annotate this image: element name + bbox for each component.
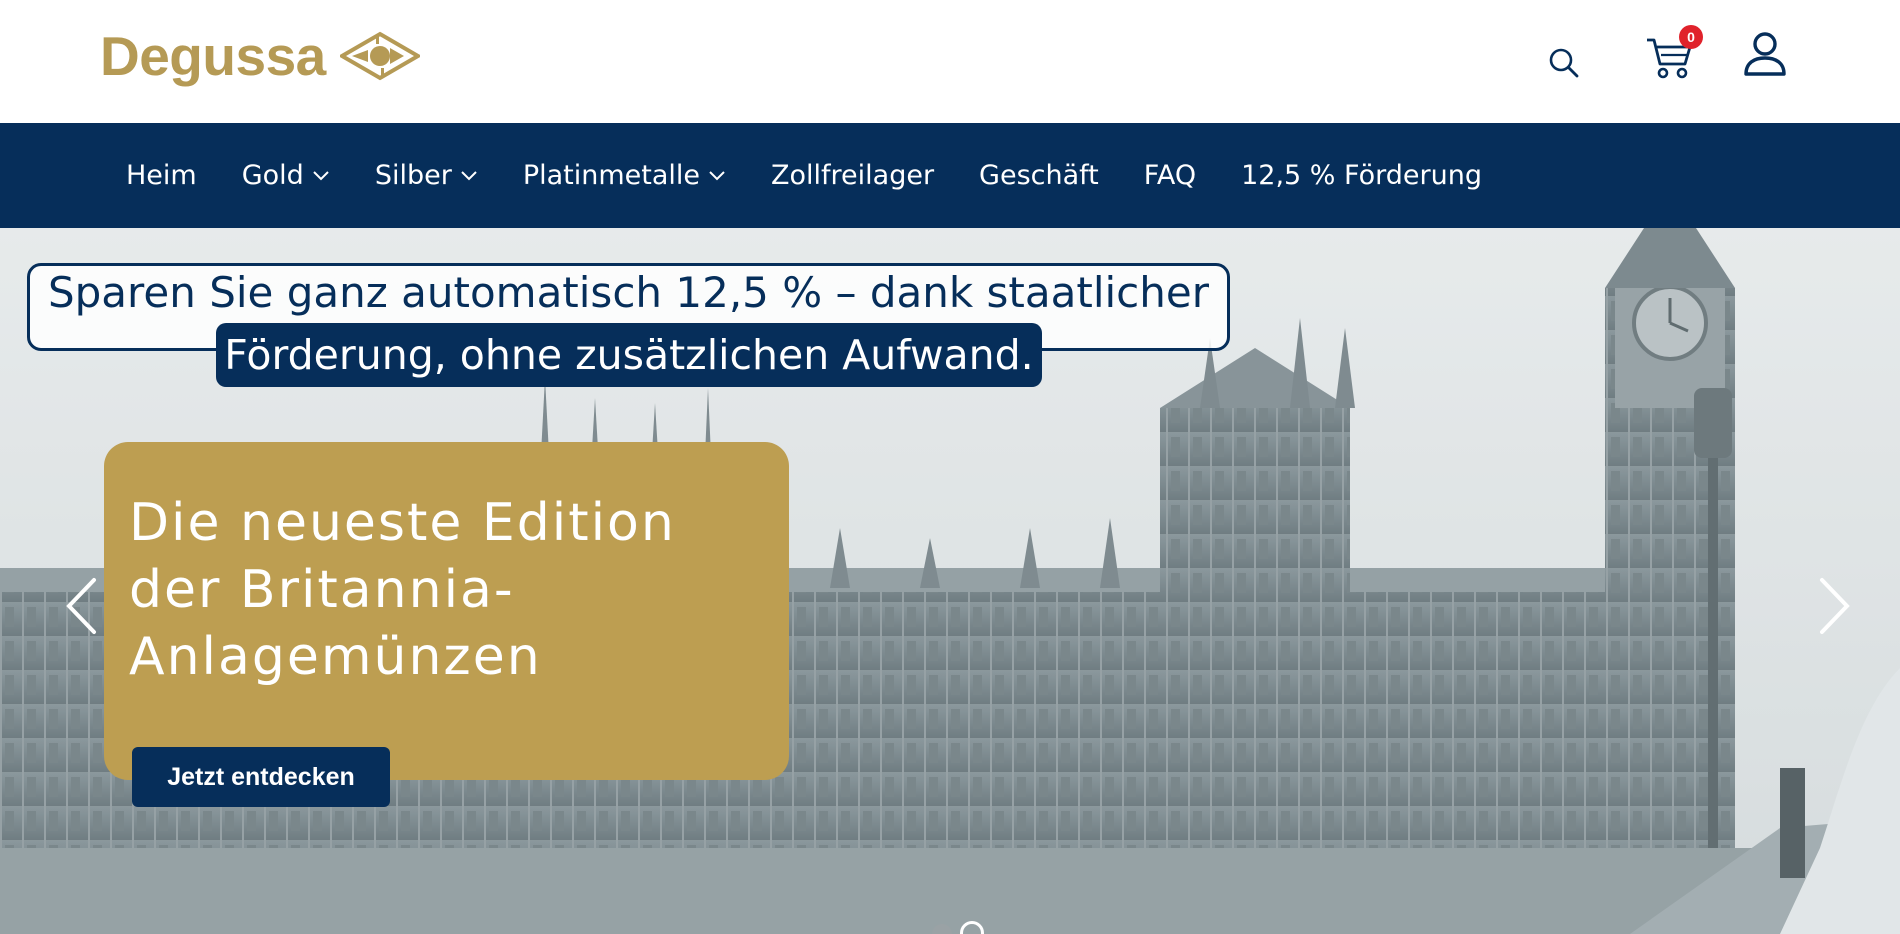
logo-text: Degussa — [100, 25, 326, 87]
nav-item-gold[interactable]: Gold — [242, 160, 330, 191]
nav-item-label: Geschäft — [979, 160, 1099, 191]
cart-count-badge: 0 — [1679, 25, 1703, 49]
nav-item-faq[interactable]: FAQ — [1144, 160, 1196, 191]
nav-item-heim[interactable]: Heim — [126, 160, 197, 191]
nav-item-label: Zollfreilager — [771, 160, 935, 191]
nav-item-platinmetalle[interactable]: Platinmetalle — [523, 160, 726, 191]
logo[interactable]: Degussa — [100, 24, 420, 88]
nav-item-label: FAQ — [1143, 160, 1197, 191]
chevron-down-icon — [461, 170, 477, 180]
nav-item-label: Silber — [374, 160, 452, 191]
chevron-down-icon — [709, 170, 725, 180]
slider-prev-arrow[interactable] — [64, 577, 98, 635]
nav-item-label: Heim — [126, 160, 197, 191]
search-icon[interactable] — [1549, 48, 1579, 78]
user-icon[interactable] — [1743, 30, 1787, 78]
hero-card: Die neueste Edition der Britannia-Anlage… — [104, 442, 789, 780]
degussa-sun-icon — [339, 31, 420, 81]
hero-title: Die neueste Edition der Britannia-Anlage… — [129, 493, 676, 687]
nav-item-label: 12,5 % Förderung — [1241, 160, 1482, 191]
chevron-down-icon — [313, 170, 329, 180]
promo-text-line1: Sparen Sie ganz automatisch 12,5 % – dan… — [47, 268, 1209, 317]
main-nav: Heim Gold Silber Platinmetalle Zollfreil… — [0, 123, 1900, 228]
nav-item-zollfreilager[interactable]: Zollfreilager — [771, 160, 934, 191]
slider-next-arrow[interactable] — [1818, 577, 1852, 635]
nav-item-foerderung[interactable]: 12,5 % Förderung — [1241, 160, 1482, 191]
nav-item-label: Gold — [241, 160, 304, 191]
promo-text-line2: Förderung, ohne zusätzlichen Aufwand. — [216, 323, 1042, 387]
hero-slider: Sparen Sie ganz automatisch 12,5 % – dan… — [0, 228, 1900, 934]
nav-item-silber[interactable]: Silber — [375, 160, 478, 191]
site-header: Degussa 0 — [0, 0, 1900, 123]
nav-item-label: Platinmetalle — [522, 160, 700, 191]
explore-button[interactable]: Jetzt entdecken — [132, 747, 390, 807]
nav-item-geschaeft[interactable]: Geschäft — [979, 160, 1099, 191]
